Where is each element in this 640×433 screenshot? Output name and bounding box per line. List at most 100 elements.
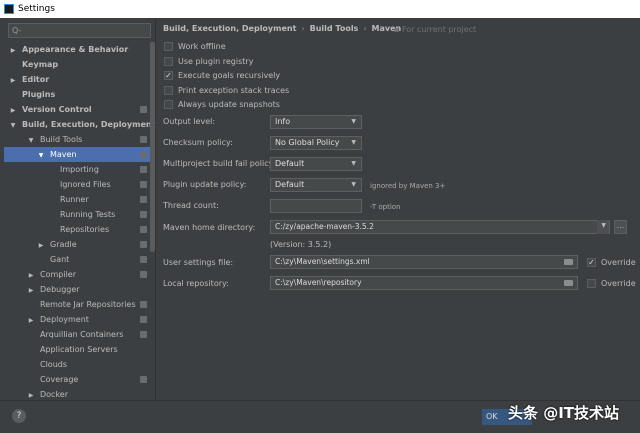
plugin-update-hint: ignored by Maven 3+ [370, 182, 446, 190]
sidebar-item-label: Keymap [22, 60, 59, 69]
checkbox-execute-goals-recursively[interactable]: ✓ Execute goals recursively [164, 71, 280, 80]
sidebar-item-application-servers[interactable]: Application Servers [4, 342, 150, 357]
project-scope-icon [140, 136, 147, 143]
chevron-down-icon: ▼ [351, 160, 356, 167]
sidebar-scrollbar[interactable] [150, 42, 155, 252]
user-settings-value: C:\zy\Maven\settings.xml [275, 257, 370, 266]
sidebar-item-remote-jar-repositories[interactable]: Remote Jar Repositories [4, 297, 150, 312]
sidebar-item-gant[interactable]: Gant [4, 252, 150, 267]
sidebar-item-label: Gant [50, 255, 70, 264]
checksum-policy-value: No Global Policy [275, 138, 340, 147]
checkbox-box[interactable] [164, 42, 173, 51]
chevron-down-icon: ▼ [351, 118, 356, 125]
local-repo-label: Local repository: [163, 279, 229, 288]
folder-icon[interactable] [564, 259, 573, 265]
checkbox-print-exception-stack-traces[interactable]: Print exception stack traces [164, 85, 289, 95]
sidebar-item-plugins[interactable]: Plugins [4, 87, 150, 102]
thread-count-label: Thread count: [163, 201, 219, 210]
arrow-right-icon[interactable]: ▶ [36, 238, 46, 253]
project-scope-icon [140, 166, 147, 173]
checkbox-box[interactable]: ✓ [164, 71, 173, 80]
breadcrumb: Build, Execution, Deployment › Build Tools… [163, 24, 402, 33]
sidebar-item-coverage[interactable]: Coverage [4, 372, 150, 387]
fail-policy-select[interactable]: Default ▼ [270, 157, 362, 171]
arrow-right-icon[interactable]: ▶ [26, 313, 36, 328]
maven-version-text: (Version: 3.5.2) [270, 240, 332, 249]
folder-icon[interactable] [564, 280, 573, 286]
sidebar-item-keymap[interactable]: Keymap [4, 57, 150, 72]
project-scope-icon [140, 196, 147, 203]
checkbox-work-offline[interactable]: Work offline [164, 42, 226, 51]
checkbox-always-update-snapshots[interactable]: Always update snapshots [164, 100, 280, 109]
arrow-down-icon[interactable]: ▼ [26, 133, 36, 148]
sidebar-item-running-tests[interactable]: Running Tests [4, 207, 150, 222]
project-scope-icon [140, 181, 147, 188]
sidebar-item-deployment[interactable]: ▶ Deployment [4, 312, 150, 327]
sidebar-item-importing[interactable]: Importing [4, 162, 150, 177]
window-title: Settings [18, 4, 55, 14]
sidebar-item-maven[interactable]: ▼ Maven [4, 147, 150, 162]
sidebar-item-clouds[interactable]: Clouds [4, 357, 150, 372]
sidebar-item-appearance-behavior[interactable]: ▶ Appearance & Behavior [4, 42, 150, 57]
for-current-project-note: ▪ For current project [394, 25, 477, 34]
for-current-project-label: For current project [401, 25, 477, 34]
sidebar-item-label: Runner [60, 195, 89, 204]
breadcrumb-item: Build, Execution, Deployment [163, 24, 297, 33]
checkbox-box[interactable]: ✓ [587, 258, 596, 267]
local-repo-override-checkbox[interactable]: Override [587, 279, 636, 288]
sidebar-item-repositories[interactable]: Repositories [4, 222, 150, 237]
arrow-right-icon[interactable]: ▶ [8, 43, 18, 58]
sidebar-item-label: Application Servers [40, 345, 118, 354]
settings-sidebar: Q- ▶ Appearance & Behavior Keymap ▶ Editor Pl… [0, 18, 156, 400]
sidebar-item-compiler[interactable]: ▶ Compiler [4, 267, 150, 282]
checkbox-box[interactable] [164, 56, 173, 66]
sidebar-item-ignored-files[interactable]: Ignored Files [4, 177, 150, 192]
arrow-down-icon[interactable]: ▼ [8, 118, 18, 133]
sidebar-item-label: Repositories [60, 225, 110, 234]
sidebar-item-arquillian-containers[interactable]: Arquillian Containers [4, 327, 150, 342]
search-input[interactable]: Q- [8, 23, 151, 38]
sidebar-item-runner[interactable]: Runner [4, 192, 150, 207]
arrow-right-icon[interactable]: ▶ [26, 268, 36, 283]
sidebar-item-label: Plugins [22, 90, 56, 99]
output-level-select[interactable]: Info ▼ [270, 115, 362, 129]
title-bar: Settings [0, 0, 640, 18]
sidebar-item-label: Editor [22, 75, 50, 84]
app-logo-icon [4, 4, 14, 14]
sidebar-item-build-tools[interactable]: ▼ Build Tools [4, 132, 150, 147]
project-scope-icon [140, 256, 147, 263]
project-scope-icon [140, 211, 147, 218]
help-button[interactable]: ? [12, 409, 26, 423]
local-repo-input[interactable]: C:\zy\Maven\repository [270, 276, 578, 290]
sidebar-item-label: Debugger [40, 285, 80, 294]
sidebar-item-gradle[interactable]: ▶ Gradle [4, 237, 150, 252]
user-settings-override-checkbox[interactable]: ✓ Override [587, 258, 636, 267]
sidebar-item-build-execution-deployment[interactable]: ▼ Build, Execution, Deployment [4, 117, 156, 133]
maven-home-input[interactable]: C:/zy/apache-maven-3.5.2 ▼ [270, 220, 610, 234]
arrow-down-icon[interactable]: ▼ [36, 148, 46, 163]
sidebar-item-label: Build Tools [40, 135, 83, 144]
arrow-right-icon[interactable]: ▶ [8, 103, 18, 118]
override-label: Override [601, 258, 636, 267]
plugin-update-select[interactable]: Default ▼ [270, 178, 362, 192]
arrow-right-icon[interactable]: ▶ [26, 283, 36, 298]
checkbox-box[interactable] [587, 279, 596, 288]
checkbox-box[interactable] [164, 85, 173, 95]
arrow-right-icon[interactable]: ▶ [8, 73, 18, 88]
sidebar-item-label: Coverage [40, 375, 79, 384]
sidebar-item-editor[interactable]: ▶ Editor [4, 72, 150, 87]
user-settings-input[interactable]: C:\zy\Maven\settings.xml [270, 255, 578, 269]
thread-count-input[interactable] [270, 199, 362, 213]
checkbox-box[interactable] [164, 100, 173, 109]
checkbox-use-plugin-registry[interactable]: Use plugin registry [164, 56, 253, 66]
browse-button[interactable]: ... [614, 220, 627, 234]
maven-home-value: C:/zy/apache-maven-3.5.2 [275, 222, 374, 231]
project-scope-icon [140, 331, 147, 338]
sidebar-item-version-control[interactable]: ▶ Version Control [4, 102, 150, 117]
sidebar-item-label: Maven [50, 150, 77, 159]
sidebar-item-label: Docker [40, 390, 69, 399]
sidebar-item-label: Deployment [40, 315, 89, 324]
checksum-policy-select[interactable]: No Global Policy ▼ [270, 136, 362, 150]
chevron-down-icon: ▼ [351, 181, 356, 188]
sidebar-item-debugger[interactable]: ▶ Debugger [4, 282, 150, 297]
